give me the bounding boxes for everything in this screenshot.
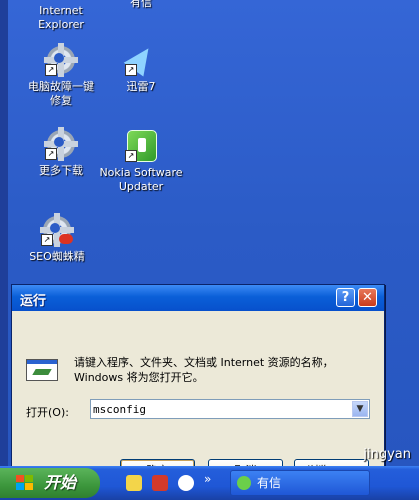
help-button[interactable]: ?	[336, 288, 355, 307]
run-dialog-title: 运行	[20, 294, 47, 309]
desktop-icon-label: Nokia Software Updater	[99, 166, 183, 193]
start-button[interactable]: 开始	[0, 468, 100, 498]
quicklaunch-browser-icon[interactable]	[178, 475, 194, 491]
desktop-icon-more-downloads[interactable]: ↗ 更多下载	[16, 127, 106, 178]
gear-icon: ↗	[45, 43, 77, 77]
run-program-icon	[26, 359, 58, 383]
youxin-icon	[237, 476, 251, 490]
open-input[interactable]	[93, 402, 349, 416]
taskbar-item-label: 有信	[257, 476, 282, 490]
desktop-icon-youxin[interactable]: 有信	[96, 0, 186, 10]
desktop-icon-label: 有信	[130, 0, 152, 9]
run-dialog-body: 请键入程序、文件夹、文档或 Internet 资源的名称，Windows 将为您…	[12, 311, 384, 481]
watermark: jingyan	[363, 447, 411, 462]
shortcut-arrow-icon: ↗	[125, 150, 137, 162]
run-dialog-titlebar[interactable]: 运行 ? ✕	[12, 285, 384, 311]
desktop-icon-label: 更多下载	[39, 164, 83, 177]
shortcut-arrow-icon: ↗	[45, 148, 57, 160]
taskbar-item-youxin[interactable]: 有信	[230, 470, 370, 496]
shortcut-arrow-icon: ↗	[45, 64, 57, 76]
quicklaunch-media-icon[interactable]	[152, 475, 168, 491]
desktop-icon-seo-spider[interactable]: ↗ SEO蜘蛛精	[12, 213, 102, 264]
run-dialog: 运行 ? ✕ 请键入程序、文件夹、文档或 Internet 资源的名称，Wind…	[11, 284, 385, 481]
taskbar: 开始 » 有信	[0, 466, 419, 500]
chevron-down-icon[interactable]: ▼	[352, 401, 368, 417]
quicklaunch-more-icon[interactable]: »	[204, 472, 211, 486]
close-button[interactable]: ✕	[358, 288, 377, 307]
nokia-updater-icon: ↗	[125, 130, 157, 162]
desktop-icon-label: SEO蜘蛛精	[29, 250, 85, 263]
gear-icon: ↗	[41, 213, 73, 247]
xunlei-icon: ↗	[123, 41, 159, 77]
desktop-icon-internet-explorer[interactable]: Internet Explorer	[16, 0, 106, 32]
desktop-icon-xunlei[interactable]: ↗ 迅雷7	[96, 41, 186, 94]
shortcut-arrow-icon: ↗	[125, 64, 137, 76]
desktop-icon-nokia-updater[interactable]: ↗ Nokia Software Updater	[96, 130, 186, 194]
windows-flag-icon	[16, 475, 34, 491]
seo-badge-icon	[59, 234, 73, 244]
shortcut-arrow-icon: ↗	[41, 234, 53, 246]
start-label: 开始	[44, 473, 77, 492]
desktop-icon-label: Internet Explorer	[38, 4, 84, 31]
gear-icon: ↗	[45, 127, 77, 161]
desktop-icon-label: 迅雷7	[126, 80, 156, 93]
desktop-icon-repair[interactable]: ↗ 电脑故障一键 修复	[16, 43, 106, 108]
open-label: 打开(O):	[26, 406, 69, 419]
quicklaunch-desktop-icon[interactable]	[126, 475, 142, 491]
open-combobox[interactable]: ▼	[90, 399, 370, 419]
run-dialog-prompt: 请键入程序、文件夹、文档或 Internet 资源的名称，Windows 将为您…	[74, 356, 334, 384]
desktop-icon-label: 电脑故障一键 修复	[28, 80, 94, 107]
